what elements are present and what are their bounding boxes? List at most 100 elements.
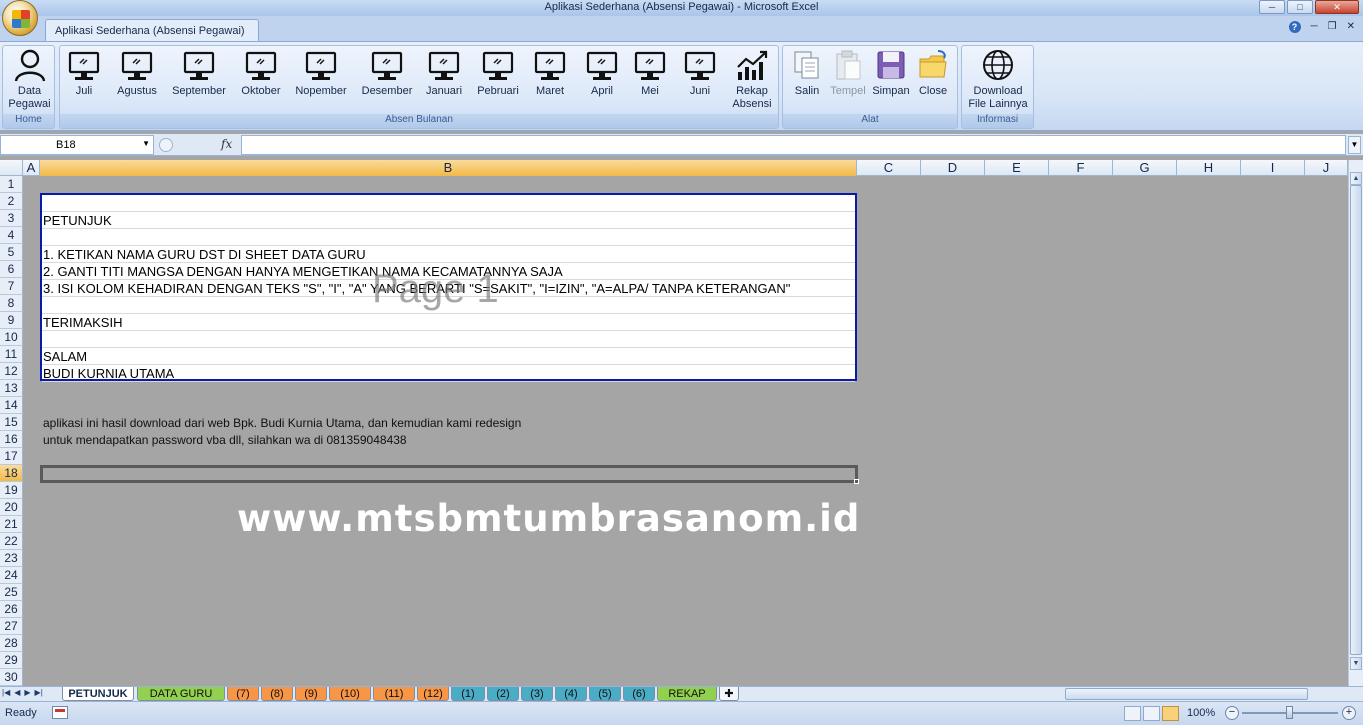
month-button-juni[interactable]: Juni (680, 48, 720, 98)
month-button-mei[interactable]: Mei (630, 48, 670, 98)
month-button-oktober[interactable]: Oktober (236, 48, 286, 98)
normal-view-icon[interactable] (1124, 706, 1141, 721)
row-header-30[interactable]: 30 (0, 669, 23, 686)
simpan-button[interactable]: Simpan (871, 48, 911, 98)
month-button-juli[interactable]: Juli (64, 48, 104, 98)
instruction-line[interactable]: TERIMAKSIH (42, 314, 855, 331)
page-break-view-icon[interactable] (1162, 706, 1179, 721)
column-header-f[interactable]: F (1049, 160, 1113, 176)
column-header-b[interactable]: B (40, 160, 857, 176)
month-button-april[interactable]: April (582, 48, 622, 98)
minimize-button[interactable]: ─ (1259, 0, 1285, 14)
instruction-line[interactable]: PETUNJUK (42, 212, 855, 229)
workbook-restore-icon[interactable]: ❐ (1328, 21, 1337, 33)
row-header-26[interactable]: 26 (0, 601, 23, 618)
column-header-h[interactable]: H (1177, 160, 1241, 176)
sheet-tab[interactable]: (7) (227, 687, 259, 701)
month-button-september[interactable]: September (168, 48, 230, 98)
sheet-tab[interactable]: (12) (417, 687, 449, 701)
column-header-j[interactable]: J (1305, 160, 1348, 176)
sheet-tab[interactable]: REKAP (657, 687, 717, 701)
vertical-scroll-thumb[interactable] (1350, 185, 1362, 655)
month-button-januari[interactable]: Januari (422, 48, 466, 98)
column-header-e[interactable]: E (985, 160, 1049, 176)
zoom-slider-thumb[interactable] (1286, 706, 1293, 719)
row-header-3[interactable]: 3 (0, 210, 23, 227)
row-header-8[interactable]: 8 (0, 295, 23, 312)
column-header-g[interactable]: G (1113, 160, 1177, 176)
row-header-12[interactable]: 12 (0, 363, 23, 380)
horizontal-scroll-thumb[interactable] (1065, 688, 1308, 700)
instruction-line[interactable] (42, 195, 855, 212)
name-box[interactable]: B18 ▼ (0, 135, 154, 155)
row-header-6[interactable]: 6 (0, 261, 23, 278)
sheet-tab[interactable]: (1) (451, 687, 485, 701)
row-header-4[interactable]: 4 (0, 227, 23, 244)
column-header-c[interactable]: C (857, 160, 921, 176)
row-header-1[interactable]: 1 (0, 176, 23, 193)
row-header-7[interactable]: 7 (0, 278, 23, 295)
row-header-29[interactable]: 29 (0, 652, 23, 669)
data-pegawai-button[interactable]: Data Pegawai (7, 48, 52, 111)
row-header-15[interactable]: 15 (0, 414, 23, 431)
row-header-20[interactable]: 20 (0, 499, 23, 516)
sheet-tab[interactable]: (2) (487, 687, 519, 701)
sheet-tab[interactable]: (5) (589, 687, 621, 701)
last-sheet-icon[interactable]: ▶| (35, 688, 43, 697)
scroll-up-icon[interactable]: ▲ (1350, 172, 1362, 185)
salin-button[interactable]: Salin (789, 48, 825, 98)
workbook-minimize-icon[interactable]: ─ (1311, 21, 1318, 33)
selected-cell-b18[interactable] (40, 465, 859, 484)
sheet-tab[interactable]: DATA GURU (137, 687, 225, 701)
row-header-28[interactable]: 28 (0, 635, 23, 652)
sheet-tab[interactable]: (11) (373, 687, 415, 701)
horizontal-scrollbar[interactable] (1045, 688, 1363, 701)
office-button[interactable] (2, 0, 38, 36)
instruction-line[interactable] (42, 229, 855, 246)
instruction-line[interactable]: 1. KETIKAN NAMA GURU DST DI SHEET DATA G… (42, 246, 855, 263)
select-all-corner[interactable] (0, 160, 23, 176)
insert-sheet-icon[interactable]: ✚ (719, 687, 739, 701)
row-header-18[interactable]: 18 (0, 465, 23, 482)
row-header-14[interactable]: 14 (0, 397, 23, 414)
month-button-agustus[interactable]: Agustus (112, 48, 162, 98)
zoom-level[interactable]: 100% (1187, 707, 1215, 719)
first-sheet-icon[interactable]: |◀ (2, 688, 10, 697)
sheet-tab[interactable]: PETUNJUK (62, 687, 134, 701)
row-header-24[interactable]: 24 (0, 567, 23, 584)
column-header-i[interactable]: I (1241, 160, 1305, 176)
fill-handle[interactable] (854, 479, 859, 484)
prev-sheet-icon[interactable]: ◀ (14, 688, 20, 697)
sheet-tab[interactable]: (10) (329, 687, 371, 701)
next-sheet-icon[interactable]: ▶ (24, 688, 30, 697)
fx-icon[interactable]: fx (221, 137, 232, 151)
instruction-line[interactable]: BUDI KURNIA UTAMA (42, 365, 855, 382)
name-box-dropdown-icon[interactable]: ▼ (142, 139, 150, 148)
sheet-tab[interactable]: (9) (295, 687, 327, 701)
close-button[interactable]: Close (914, 48, 952, 98)
scroll-down-icon[interactable]: ▼ (1350, 657, 1362, 670)
zoom-in-button[interactable]: + (1342, 706, 1356, 720)
row-header-23[interactable]: 23 (0, 550, 23, 567)
row-header-5[interactable]: 5 (0, 244, 23, 261)
formula-expand-icon[interactable] (159, 138, 173, 152)
row-header-19[interactable]: 19 (0, 482, 23, 499)
row-header-10[interactable]: 10 (0, 329, 23, 346)
row-header-27[interactable]: 27 (0, 618, 23, 635)
instruction-line[interactable] (42, 331, 855, 348)
formula-bar-expand-icon[interactable]: ▼ (1348, 136, 1361, 154)
workbook-close-icon[interactable]: ✕ (1347, 21, 1355, 33)
tempel-button[interactable]: Tempel (827, 48, 869, 98)
sheet-tab[interactable]: (3) (521, 687, 553, 701)
instruction-line[interactable]: SALAM (42, 348, 855, 365)
macro-record-icon[interactable] (52, 706, 68, 719)
help-icon[interactable]: ? (1288, 21, 1301, 33)
sheet-tab[interactable]: (8) (261, 687, 293, 701)
row-header-25[interactable]: 25 (0, 584, 23, 601)
sheet-tab[interactable]: (4) (555, 687, 587, 701)
maximize-button[interactable]: □ (1287, 0, 1313, 14)
row-header-9[interactable]: 9 (0, 312, 23, 329)
formula-input[interactable] (241, 135, 1346, 155)
column-header-d[interactable]: D (921, 160, 985, 176)
row-header-22[interactable]: 22 (0, 533, 23, 550)
